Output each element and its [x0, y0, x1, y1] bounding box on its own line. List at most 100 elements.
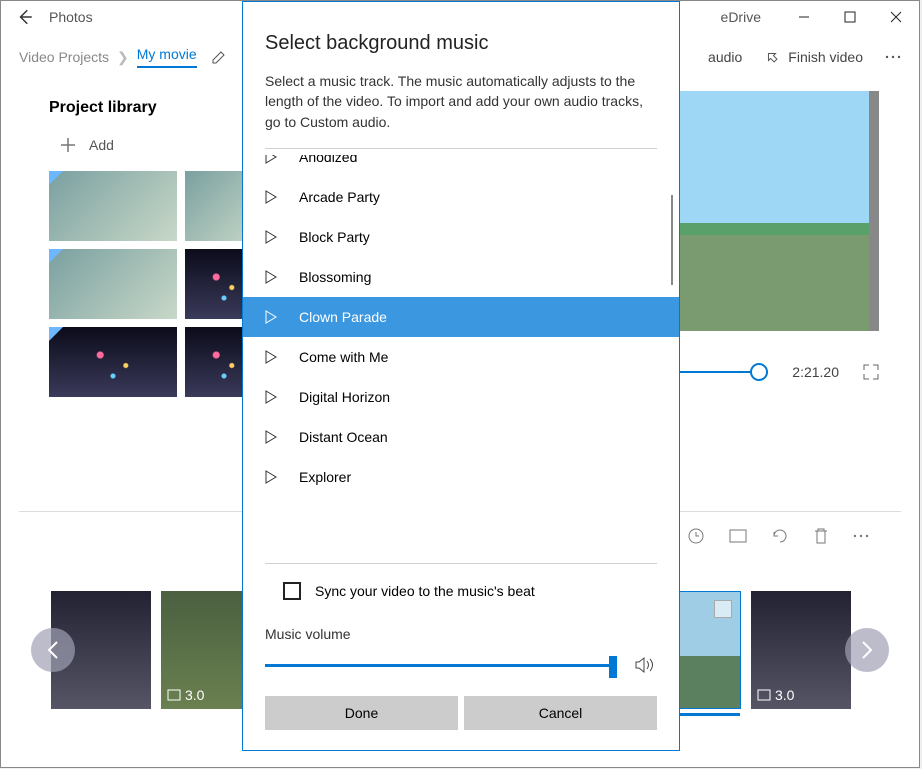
app-title: Photos — [49, 9, 93, 25]
track-item[interactable]: Distant Ocean — [243, 417, 679, 457]
sync-beat-checkbox[interactable] — [283, 582, 301, 600]
volume-row — [265, 656, 657, 674]
finish-video-button[interactable]: Finish video — [764, 49, 863, 65]
crop-icon — [729, 529, 747, 543]
chevron-right-icon — [861, 641, 873, 659]
back-button[interactable] — [9, 1, 41, 33]
dialog-description: Select a music track. The music automati… — [265, 71, 657, 132]
track-item[interactable]: Digital Horizon — [243, 377, 679, 417]
play-icon[interactable] — [265, 155, 277, 164]
breadcrumb: Video Projects ❯ My movie — [19, 46, 197, 68]
track-item[interactable]: Blossoming — [243, 257, 679, 297]
maximize-icon — [844, 11, 856, 23]
fullscreen-button[interactable] — [863, 364, 879, 380]
delete-button[interactable] — [813, 527, 829, 545]
sync-beat-label: Sync your video to the music's beat — [315, 583, 535, 599]
track-name: Come with Me — [299, 349, 388, 365]
track-name: Digital Horizon — [299, 389, 390, 405]
play-icon[interactable] — [265, 190, 277, 204]
divider — [265, 148, 657, 149]
minimize-icon — [798, 11, 810, 23]
track-item[interactable]: Anodized — [243, 155, 679, 177]
storyboard-clip[interactable]: 3.0 — [751, 591, 851, 709]
dialog-title: Select background music — [265, 32, 657, 55]
custom-audio-label: audio — [708, 49, 742, 65]
clip-duration: 3.0 — [757, 687, 794, 703]
track-name: Blossoming — [299, 269, 371, 285]
storyboard-prev-button[interactable] — [31, 628, 75, 672]
more-button[interactable] — [885, 55, 901, 59]
track-name: Clown Parade — [299, 309, 387, 325]
close-button[interactable] — [873, 1, 919, 33]
background-music-dialog: Select background music Select a music t… — [242, 1, 680, 751]
clock-icon — [687, 527, 705, 545]
ellipsis-icon — [885, 55, 901, 59]
play-icon[interactable] — [265, 270, 277, 284]
play-icon[interactable] — [265, 230, 277, 244]
rotate-button[interactable] — [771, 527, 789, 545]
expand-icon — [863, 364, 879, 380]
done-button[interactable]: Done — [265, 696, 458, 730]
image-icon — [757, 689, 771, 701]
add-label: Add — [89, 137, 114, 153]
rename-icon[interactable] — [211, 49, 227, 65]
plus-icon — [61, 138, 75, 152]
breadcrumb-current[interactable]: My movie — [137, 46, 197, 68]
dialog-buttons: Done Cancel — [265, 696, 657, 730]
storyboard-more-button[interactable] — [853, 534, 869, 538]
pencil-icon — [211, 49, 227, 65]
track-item[interactable]: Explorer — [243, 457, 679, 497]
resize-button[interactable] — [729, 529, 747, 543]
volume-slider[interactable] — [265, 664, 617, 667]
track-item[interactable]: Come with Me — [243, 337, 679, 377]
seek-thumb[interactable] — [750, 363, 768, 381]
play-icon[interactable] — [265, 350, 277, 364]
volume-slider-thumb[interactable] — [609, 656, 617, 678]
trash-icon — [813, 527, 829, 545]
chevron-right-icon: ❯ — [117, 49, 129, 66]
minimize-button[interactable] — [781, 1, 827, 33]
track-name: Explorer — [299, 469, 351, 485]
play-icon[interactable] — [265, 430, 277, 444]
clip-duration-value: 3.0 — [185, 687, 204, 703]
clip-select-badge — [714, 600, 732, 618]
image-icon — [167, 689, 181, 701]
rotate-icon — [771, 527, 789, 545]
playback-time: 2:21.20 — [792, 364, 839, 380]
close-icon — [890, 11, 902, 23]
clip-duration: 3.0 — [167, 687, 204, 703]
custom-audio-button[interactable]: audio — [708, 49, 742, 65]
track-name: Anodized — [299, 155, 357, 165]
onedrive-label: eDrive — [721, 9, 761, 25]
speaker-icon — [635, 656, 657, 674]
track-list[interactable]: Anodized Arcade Party Block Party Blosso… — [243, 155, 679, 557]
volume-label: Music volume — [265, 626, 657, 642]
library-thumb[interactable] — [49, 171, 177, 241]
clip-duration-value: 3.0 — [775, 687, 794, 703]
library-thumb[interactable] — [49, 327, 177, 397]
track-item[interactable]: Arcade Party — [243, 177, 679, 217]
cancel-button[interactable]: Cancel — [464, 696, 657, 730]
scrollbar-thumb[interactable] — [671, 195, 673, 285]
app-window: Photos eDrive Video Projects ❯ My movie … — [0, 0, 920, 768]
chevron-left-icon — [47, 641, 59, 659]
back-arrow-icon — [16, 8, 34, 26]
duration-button[interactable] — [687, 527, 705, 545]
play-icon[interactable] — [265, 470, 277, 484]
storyboard-next-button[interactable] — [845, 628, 889, 672]
maximize-button[interactable] — [827, 1, 873, 33]
breadcrumb-root[interactable]: Video Projects — [19, 49, 109, 65]
sync-beat-row: Sync your video to the music's beat — [265, 570, 657, 618]
track-name: Block Party — [299, 229, 370, 245]
track-name: Distant Ocean — [299, 429, 388, 445]
export-icon — [764, 49, 780, 65]
divider — [265, 563, 657, 564]
play-icon[interactable] — [265, 390, 277, 404]
track-item[interactable]: Block Party — [243, 217, 679, 257]
preview-strip — [869, 91, 879, 331]
finish-video-label: Finish video — [788, 49, 863, 65]
library-thumb[interactable] — [49, 249, 177, 319]
play-icon[interactable] — [265, 310, 277, 324]
track-item-selected[interactable]: Clown Parade — [243, 297, 679, 337]
track-name: Arcade Party — [299, 189, 380, 205]
